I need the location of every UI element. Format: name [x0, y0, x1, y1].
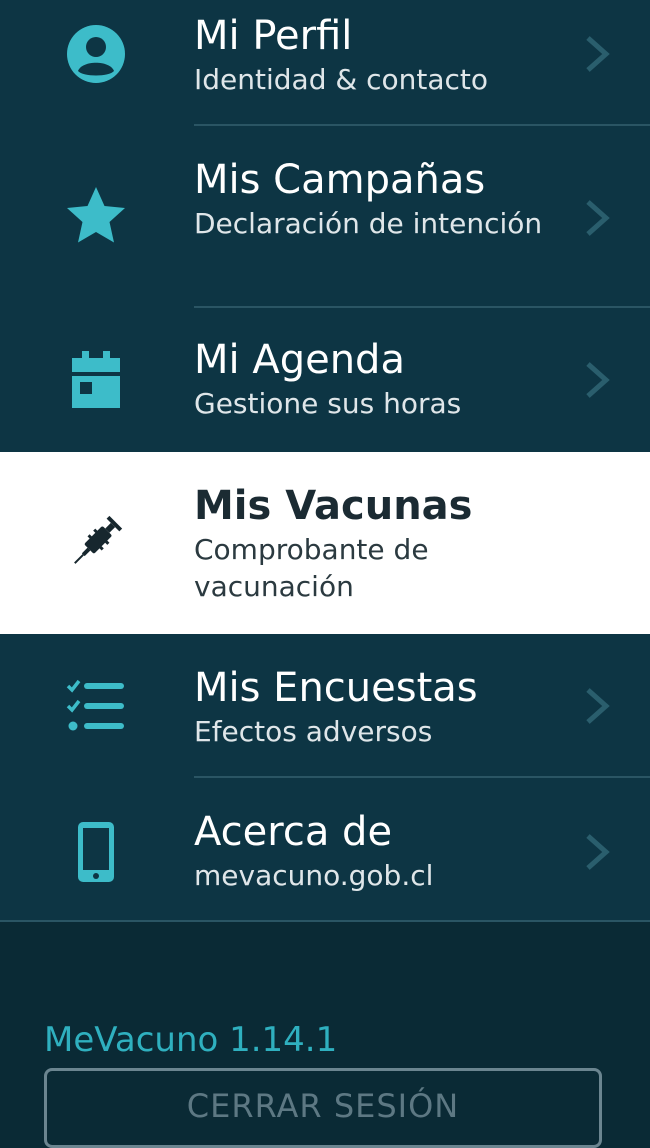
menu-item-text: Mi Agenda Gestione sus horas — [194, 338, 570, 422]
smartphone-icon — [64, 820, 128, 884]
menu-item-text: Mis Campañas Declaración de intención — [194, 158, 570, 242]
menu-item-text: Mis Vacunas Comprobante de vacunación — [194, 484, 570, 605]
menu-item-subtitle: Efectos adversos — [194, 715, 433, 748]
syringe-icon — [64, 510, 128, 574]
chevron-right-icon — [580, 360, 614, 400]
chevron-right-icon — [580, 198, 614, 238]
chevron-right-icon — [580, 686, 614, 726]
menu-item-title: Mis Encuestas — [194, 665, 478, 711]
menu-item-title: Acerca de — [194, 809, 393, 855]
logout-button[interactable]: CERRAR SESIÓN — [44, 1068, 602, 1148]
menu-item-mi-perfil[interactable]: Mi Perfil Identidad & contacto — [0, 0, 650, 124]
menu-item-mis-encuestas[interactable]: Mis Encuestas Efectos adversos — [0, 634, 650, 776]
menu-item-title: Mis Vacunas — [194, 483, 473, 529]
side-menu: Mi Perfil Identidad & contacto Mis Campa… — [0, 0, 650, 922]
chevron-right-icon — [580, 34, 614, 74]
menu-footer: MeVacuno 1.14.1 CERRAR SESIÓN — [0, 922, 650, 1148]
menu-item-text: Mi Perfil Identidad & contacto — [194, 14, 570, 98]
menu-item-text: Mis Encuestas Efectos adversos — [194, 666, 570, 750]
calendar-icon — [64, 348, 128, 412]
menu-item-subtitle: Declaración de intención — [194, 207, 543, 240]
app-version: MeVacuno 1.14.1 — [44, 1020, 338, 1060]
menu-item-subtitle: Identidad & contacto — [194, 63, 489, 96]
menu-item-mis-campanas[interactable]: Mis Campañas Declaración de intención — [0, 126, 650, 306]
user-circle-icon — [64, 22, 128, 86]
menu-item-mis-vacunas[interactable]: Mis Vacunas Comprobante de vacunación — [0, 452, 650, 634]
menu-item-mi-agenda[interactable]: Mi Agenda Gestione sus horas — [0, 308, 650, 452]
menu-item-subtitle: mevacuno.gob.cl — [194, 859, 434, 892]
menu-item-subtitle: Comprobante de vacunación — [194, 533, 429, 603]
star-icon — [64, 184, 128, 248]
chevron-right-icon — [580, 832, 614, 872]
menu-item-subtitle: Gestione sus horas — [194, 387, 462, 420]
menu-item-text: Acerca de mevacuno.gob.cl — [194, 810, 570, 894]
menu-item-title: Mi Perfil — [194, 13, 353, 59]
menu-item-acerca-de[interactable]: Acerca de mevacuno.gob.cl — [0, 778, 650, 920]
menu-item-title: Mis Campañas — [194, 157, 486, 203]
checklist-icon — [64, 674, 128, 738]
menu-item-title: Mi Agenda — [194, 337, 405, 383]
